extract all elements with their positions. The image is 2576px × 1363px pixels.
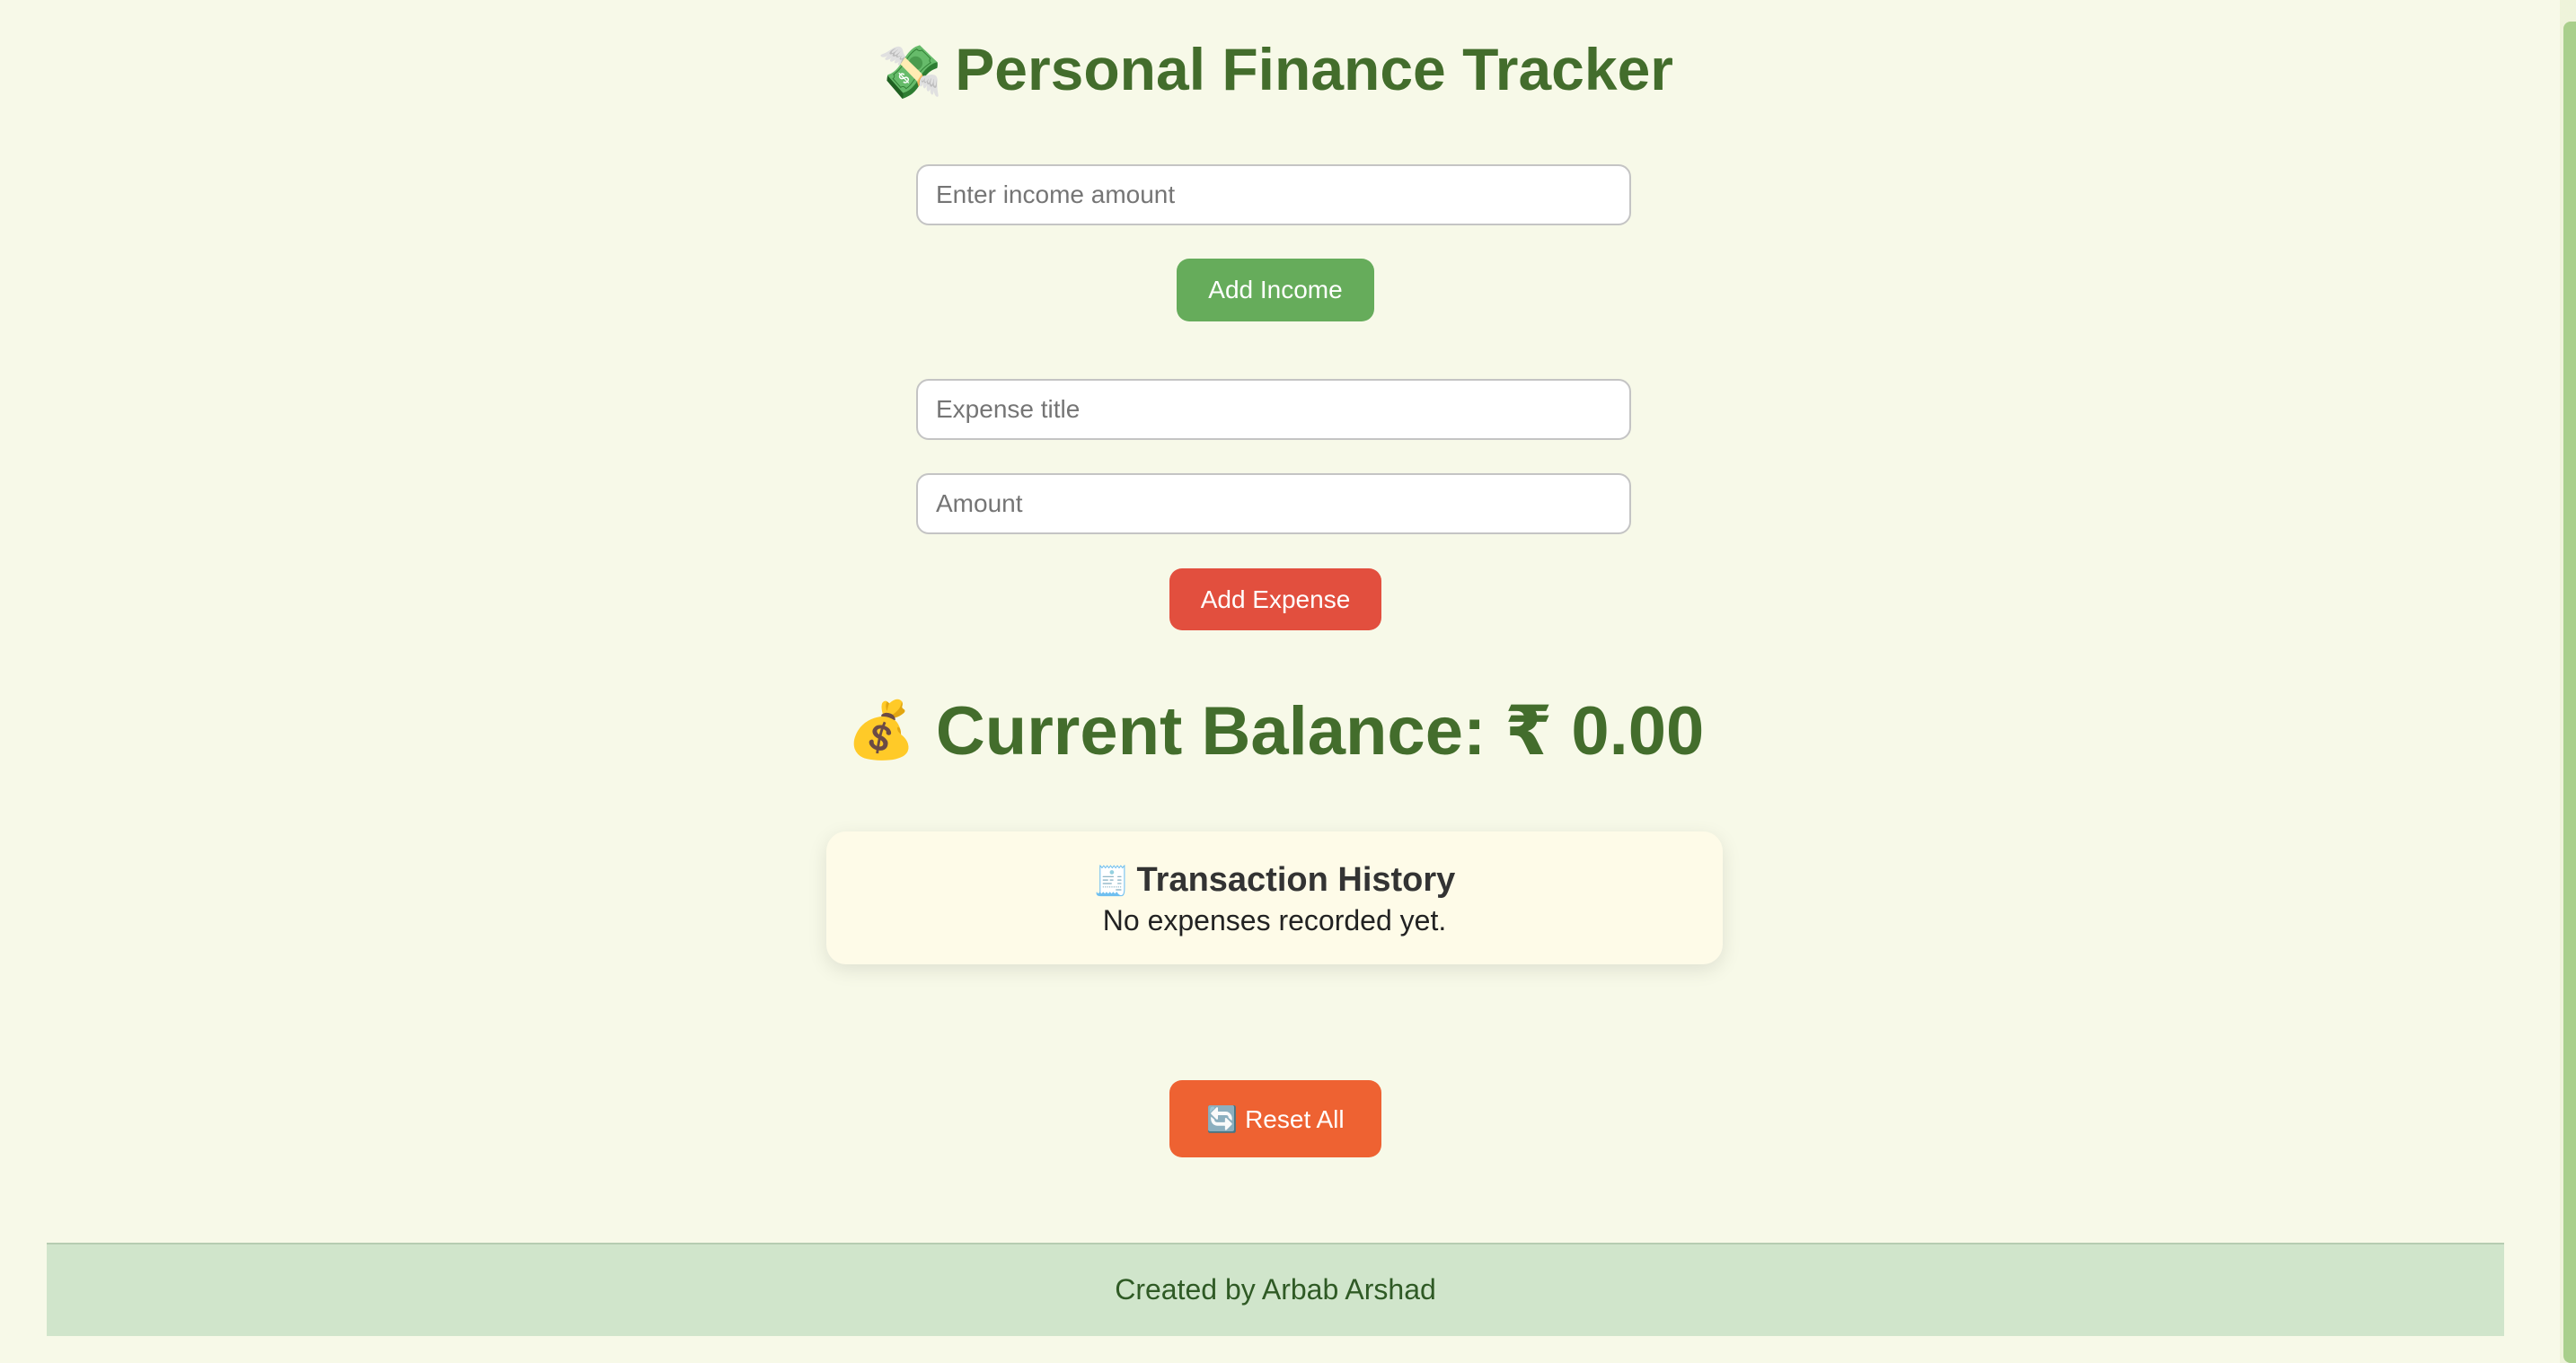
current-balance: 💰 Current Balance: ₹ 0.00 <box>0 688 2551 775</box>
page-title: 💸 Personal Finance Tracker <box>0 31 2551 111</box>
reset-all-button[interactable]: 🔄 Reset All <box>1169 1080 1381 1157</box>
page-title-text: Personal Finance Tracker <box>955 36 1673 102</box>
expense-amount-input[interactable] <box>916 473 1631 534</box>
footer-credit: Created by Arbab Arshad <box>1115 1273 1436 1306</box>
receipt-icon: 🧾 <box>1093 865 1130 897</box>
page: 💸Personal Finance Tracker Add Income Add… <box>0 0 2576 1363</box>
transaction-history-card: 🧾 Transaction History No expenses recorde… <box>826 831 1723 964</box>
reset-icon: 🔄 <box>1206 1104 1239 1133</box>
transaction-history-title: 🧾 Transaction History <box>826 860 1723 901</box>
add-income-button[interactable]: Add Income <box>1177 259 1374 321</box>
add-expense-button[interactable]: Add Expense <box>1169 568 1381 630</box>
reset-all-label: Reset All <box>1245 1104 1345 1133</box>
income-amount-input[interactable] <box>916 164 1631 225</box>
scrollbar-track[interactable] <box>2560 0 2576 1363</box>
current-balance-text: Current Balance: ₹ 0.00 <box>935 693 1705 769</box>
expense-title-input[interactable] <box>916 379 1631 440</box>
transaction-history-empty-message: No expenses recorded yet. <box>1102 904 1447 937</box>
transaction-history-title-text: Transaction History <box>1136 861 1456 899</box>
scrollbar-thumb[interactable] <box>2563 22 2576 1363</box>
money-with-wings-icon: 💸 <box>878 43 943 101</box>
money-bag-icon: 💰 <box>846 699 916 761</box>
footer: Created by Arbab Arshad <box>47 1243 2504 1336</box>
